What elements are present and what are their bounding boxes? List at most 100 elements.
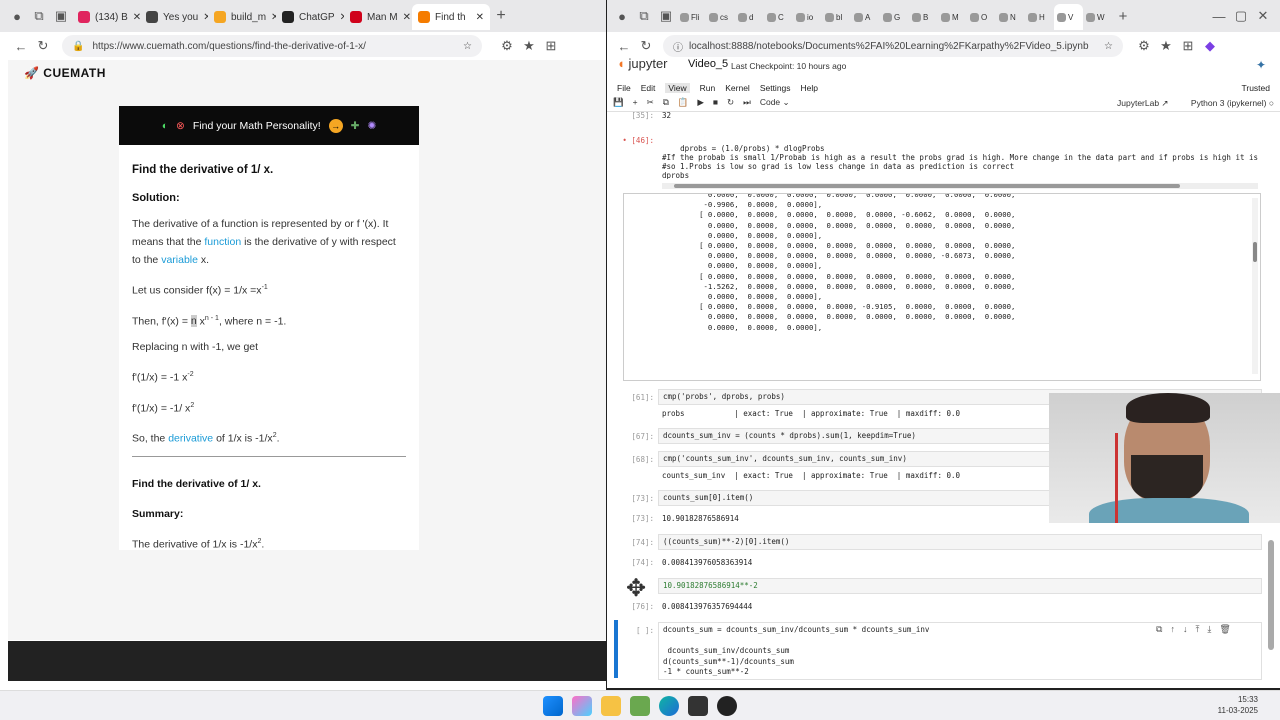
menu-item-kernel[interactable]: Kernel [725,83,750,93]
copy-icon[interactable]: ⧉ [663,97,669,108]
star-icon[interactable]: ☆ [463,41,472,52]
tab-close-icon[interactable]: ✕ [403,12,411,23]
browser-tab[interactable]: io [793,4,822,30]
favorites-icon[interactable]: ★ [518,35,540,57]
run-icon[interactable]: ▶ [697,97,704,108]
copilot-icon[interactable] [572,696,592,716]
browser-tab[interactable]: V [1054,4,1083,30]
browser-tab[interactable]: d [735,4,764,30]
move-down-icon[interactable]: ↓ [1183,624,1188,635]
cut-icon[interactable]: ✂ [647,97,654,108]
cell-output: 0.008413976357694444 [662,602,753,611]
extensions-icon[interactable]: ⚙ [496,35,518,57]
variable-link[interactable]: variable [161,254,198,266]
step-line: Let us consider f(x) = 1/x =x-1 [132,284,268,297]
tab-favicon-icon [999,12,1008,22]
derivative-link[interactable]: derivative [168,433,213,445]
workspaces-icon[interactable]: ⧉ [28,5,50,27]
maximize-icon[interactable]: ▢ [1230,5,1252,27]
horizontal-scrollbar[interactable] [662,183,1258,189]
edge-icon[interactable] [659,696,679,716]
workspaces-icon[interactable]: ⧉ [633,5,655,27]
tensor-output-box[interactable]: 0.0000, 0.0000, 0.0000, 0.0000, 0.0000, … [623,193,1261,381]
browser-tab[interactable]: cs [706,4,735,30]
star-icon[interactable]: ☆ [1104,41,1113,52]
personality-banner[interactable]: ◐ ⊗ Find your Math Personality! → ✚ ✺ [119,106,419,145]
paste-icon[interactable]: 📋 [678,97,689,108]
tab-actions-icon[interactable]: ▣ [50,5,72,27]
browser-tab[interactable]: H [1025,4,1054,30]
collections-icon[interactable]: ⊞ [540,35,562,57]
menu-item-settings[interactable]: Settings [760,83,791,93]
windows-start-icon[interactable] [543,696,563,716]
save-icon[interactable]: 💾 [613,97,624,108]
insert-below-icon[interactable]: ⤓ [1207,624,1211,635]
delete-icon[interactable]: 🗑 [1219,624,1230,635]
browser-tab[interactable]: (134) B ✕ [72,4,140,30]
code-cell-dprobs[interactable]: dprobs = (1.0/probs) * dlogProbs #If the… [658,133,1262,179]
notebook-scrollbar[interactable] [1268,540,1274,650]
tab-favicon-icon [796,12,805,22]
notebook-name[interactable]: Video_5 [688,58,728,70]
dark-footer-bar [8,641,606,681]
back-icon[interactable]: ← [10,35,32,57]
menu-item-view[interactable]: View [665,83,690,93]
browser-tab[interactable]: B [909,4,938,30]
trusted-label[interactable]: Trusted [1241,83,1270,93]
function-link[interactable]: function [204,236,241,248]
add-cell-icon[interactable]: + [633,97,638,108]
menu-item-run[interactable]: Run [700,83,716,93]
step-line: f'(1/x) = -1/ x2 [132,401,195,415]
kernel-status[interactable]: Python 3 (ipykernel) ○ [1191,98,1274,108]
browser-tab[interactable]: G [880,4,909,30]
menu-item-file[interactable]: File [617,83,631,93]
profile-icon[interactable]: ● [611,5,633,27]
duplicate-icon[interactable]: ⧉ [1156,624,1162,635]
code-cell[interactable]: 10.90182876586914**-2 [658,578,1262,594]
browser-tab[interactable]: Yes you ✕ [140,4,208,30]
browser-tab[interactable]: Find th ✕ [412,4,490,30]
insert-above-icon[interactable]: ⤒ [1195,624,1199,635]
fast-forward-icon[interactable]: ⏭ [743,97,751,108]
browser-tab[interactable]: ChatGP ✕ [276,4,344,30]
page-body: 🚀 CUEMATH ◐ ⊗ Find your Math Personality… [8,60,606,640]
new-tab-icon[interactable]: + [490,5,512,27]
browser-tab[interactable]: W [1083,4,1112,30]
menu-item-edit[interactable]: Edit [641,83,656,93]
code-cell[interactable]: ((counts_sum)**-2)[0].item() [658,534,1262,550]
browser-tab[interactable]: N [996,4,1025,30]
tab-close-icon[interactable]: ✕ [476,12,484,23]
browser-tab[interactable]: Fli [677,4,706,30]
reload-icon[interactable]: ↻ [32,35,54,57]
jupyterlab-link[interactable]: JupyterLab ↗ [1117,98,1169,109]
browser-tab[interactable]: M [938,4,967,30]
cuemath-logo[interactable]: 🚀 CUEMATH [24,66,106,80]
close-icon[interactable]: ✕ [1252,5,1274,27]
tab-close-icon[interactable]: ✕ [133,12,140,23]
browser-tab[interactable]: bl [822,4,851,30]
browser-tab[interactable]: Man M ✕ [344,4,412,30]
cell-output: probs | exact: True | approximate: True … [662,409,961,418]
restart-icon[interactable]: ↻ [727,97,734,108]
obs-icon[interactable] [717,696,737,716]
browser-tab[interactable]: O [967,4,996,30]
cell-type-select[interactable]: Code ⌄ [760,97,810,108]
browser-tab[interactable]: build_m ✕ [208,4,276,30]
new-tab-icon[interactable]: + [1112,5,1134,27]
move-up-icon[interactable]: ↑ [1170,624,1175,635]
browser-tab[interactable]: C [764,4,793,30]
minimize-icon[interactable]: — [1208,5,1230,27]
jupyter-logo[interactable]: ◖ jupyter [617,56,668,71]
url-input[interactable]: 🔒 https://www.cuemath.com/questions/find… [62,35,482,57]
tab-actions-icon[interactable]: ▣ [655,5,677,27]
notepad-icon[interactable] [630,696,650,716]
profile-icon[interactable]: ● [6,5,28,27]
terminal-icon[interactable] [688,696,708,716]
menu-item-help[interactable]: Help [801,83,818,93]
clock[interactable]: 15:33 11-03-2025 [1218,694,1258,716]
stop-icon[interactable]: ■ [713,97,718,108]
file-explorer-icon[interactable] [601,696,621,716]
browser-tab[interactable]: A [851,4,880,30]
vertical-scrollbar[interactable] [1252,198,1258,374]
cell-prompt: [76]: [631,602,654,611]
